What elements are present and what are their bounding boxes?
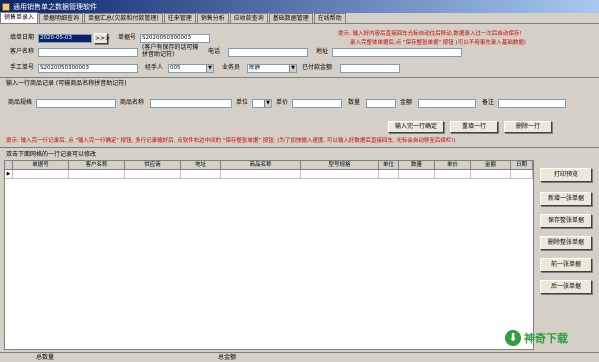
address-field[interactable] bbox=[332, 48, 462, 57]
col-header-customer[interactable]: 客户名称 bbox=[69, 161, 125, 170]
customer-label: 客户名称 bbox=[10, 48, 35, 55]
watermark-logo: ⬇ 神奇下载 bbox=[505, 328, 595, 348]
amount-field[interactable] bbox=[418, 99, 476, 108]
tab-contacts[interactable]: 往来管理 bbox=[163, 13, 196, 23]
col-header-product[interactable]: 商品名称 bbox=[221, 161, 301, 170]
note-field[interactable] bbox=[498, 99, 566, 108]
docno-field[interactable]: S2020050300003 bbox=[140, 34, 210, 43]
phone-field[interactable] bbox=[228, 48, 308, 57]
total-qty-label: 总数量 bbox=[36, 354, 55, 361]
unit-select[interactable]: ▼ bbox=[252, 99, 272, 108]
previous-document-button[interactable]: 前一张单据 bbox=[540, 258, 592, 272]
qty-label: 数量 bbox=[348, 99, 361, 106]
salesman-value: 陈静 bbox=[249, 65, 261, 71]
tab-bar: 销售单录入 单据明细查询 单据汇总(欠款和付款管理) 往来管理 销售分析 应收款… bbox=[0, 12, 599, 24]
tab-detail-query[interactable]: 单据明细查询 bbox=[39, 13, 84, 23]
col-header-amount[interactable]: 金额 bbox=[471, 161, 511, 170]
phone-label: 电话 bbox=[208, 48, 221, 55]
salesman-select[interactable]: 陈静 ▼ bbox=[247, 64, 297, 73]
print-preview-button[interactable]: 打印预览 bbox=[540, 168, 592, 182]
customer-field[interactable] bbox=[38, 48, 138, 57]
divider bbox=[0, 147, 599, 148]
price-field[interactable] bbox=[292, 99, 342, 108]
delete-line-button[interactable]: 删除一行 bbox=[504, 121, 552, 133]
status-bar: 总数量 总金额 bbox=[0, 352, 599, 362]
salesman-label: 业务员 bbox=[222, 64, 241, 71]
chevron-down-icon[interactable]: ▼ bbox=[206, 65, 213, 72]
date-label: 填单日期 bbox=[10, 34, 35, 41]
note-label: 备注 bbox=[482, 99, 495, 106]
col-header-docno[interactable]: 单据号 bbox=[13, 161, 69, 170]
qty-field[interactable] bbox=[366, 99, 396, 108]
row-pointer-icon: ▶ bbox=[5, 170, 13, 179]
address-label: 地址 bbox=[316, 48, 329, 55]
handler-value: 005 bbox=[170, 65, 181, 71]
handler-select[interactable]: 005 ▼ bbox=[168, 64, 214, 73]
manual-no-field[interactable]: S2020050300003 bbox=[38, 64, 138, 73]
save-document-button[interactable]: 保存整张单据 bbox=[540, 214, 592, 228]
records-grid[interactable]: 单据号 客户名称 供应商 地址 商品名称 型号规格 单位 数量 单价 金额 日期… bbox=[4, 160, 534, 350]
unit-label: 单位 bbox=[236, 99, 249, 106]
download-icon: ⬇ bbox=[505, 330, 521, 346]
product-name-label: 商品名称 bbox=[120, 99, 145, 106]
tab-receivables[interactable]: 应收款查询 bbox=[229, 13, 268, 23]
chevron-down-icon[interactable]: ▼ bbox=[289, 65, 296, 72]
reset-line-button[interactable]: 重填一行 bbox=[450, 121, 498, 133]
docno-label: 单据号 bbox=[118, 34, 137, 41]
col-header-unit[interactable]: 单位 bbox=[379, 161, 399, 170]
tab-summary[interactable]: 单据汇总(欠款和付款管理) bbox=[84, 13, 163, 23]
window-title: 通用销售单之数据管理软件 bbox=[13, 2, 97, 11]
confirm-line-button[interactable]: 输入完一行确定 bbox=[388, 121, 444, 133]
total-amount-label: 总金额 bbox=[218, 354, 237, 361]
grid-caption: 双击下面网格的一行记录可以修改 bbox=[6, 151, 97, 158]
col-header-qty[interactable]: 数量 bbox=[399, 161, 435, 170]
new-document-button[interactable]: 新增一张单据 bbox=[540, 192, 592, 206]
next-document-button[interactable]: 后一张单据 bbox=[540, 280, 592, 294]
spec-field[interactable] bbox=[36, 99, 116, 108]
amount-label: 金额 bbox=[400, 99, 413, 106]
handler-label: 经手人 bbox=[145, 64, 164, 71]
date-field[interactable]: 2020-05-03 bbox=[38, 34, 92, 43]
price-label: 单价 bbox=[276, 99, 289, 106]
grid-header: 单据号 客户名称 供应商 地址 商品名称 型号规格 单位 数量 单价 金额 日期 bbox=[5, 161, 533, 170]
spec-label: 商品规格 bbox=[8, 99, 33, 106]
watermark-text: 神奇下载 bbox=[524, 332, 568, 345]
app-icon bbox=[2, 2, 10, 11]
row-indicator-header bbox=[5, 161, 13, 170]
divider bbox=[0, 77, 599, 78]
line-entry-tip: 提示: 输入完一行记录后, 点 "输入完一行确定" 按钮, 多行记录输好后, 点… bbox=[6, 138, 456, 144]
col-header-price[interactable]: 单价 bbox=[435, 161, 471, 170]
col-header-date[interactable]: 日期 bbox=[511, 161, 533, 170]
col-header-spec[interactable]: 型号规格 bbox=[301, 161, 379, 170]
date-picker-button[interactable]: >>> bbox=[94, 33, 110, 44]
tab-sales-entry[interactable]: 销售单录入 bbox=[0, 12, 39, 23]
manual-no-label: 手工单号 bbox=[10, 64, 35, 71]
tab-base-data[interactable]: 基础数据管理 bbox=[268, 13, 313, 23]
product-name-field[interactable] bbox=[150, 99, 232, 108]
table-row[interactable]: ▶ bbox=[5, 170, 533, 179]
header-tip-2: 录入完整体单据后,点 "保存整张单据" 按钮 (可以不用事先录入基础数据) bbox=[350, 40, 526, 46]
paid-amount-label: 已付款金额 bbox=[302, 64, 333, 71]
tab-online-help[interactable]: 在线帮助 bbox=[313, 13, 346, 23]
paid-amount-field[interactable] bbox=[340, 64, 400, 73]
col-header-address[interactable]: 地址 bbox=[181, 161, 221, 170]
delete-document-button[interactable]: 删除整张单据 bbox=[540, 236, 592, 250]
line-entry-title: 输入一行商品记录 (可输商品名称拼音助记符) bbox=[6, 80, 127, 87]
tab-sales-analysis[interactable]: 销售分析 bbox=[196, 13, 229, 23]
col-header-supplier[interactable]: 供应商 bbox=[125, 161, 181, 170]
chevron-down-icon[interactable]: ▼ bbox=[264, 100, 271, 107]
customer-hint: (客户有保存的话可输拼音助记符) bbox=[142, 44, 199, 58]
header-tip-1: 提示: 输入好内容后直接回车光标自动往后移动,数据录入过一次后自动保存! bbox=[338, 31, 522, 37]
title-bar: 通用销售单之数据管理软件 bbox=[0, 0, 599, 13]
